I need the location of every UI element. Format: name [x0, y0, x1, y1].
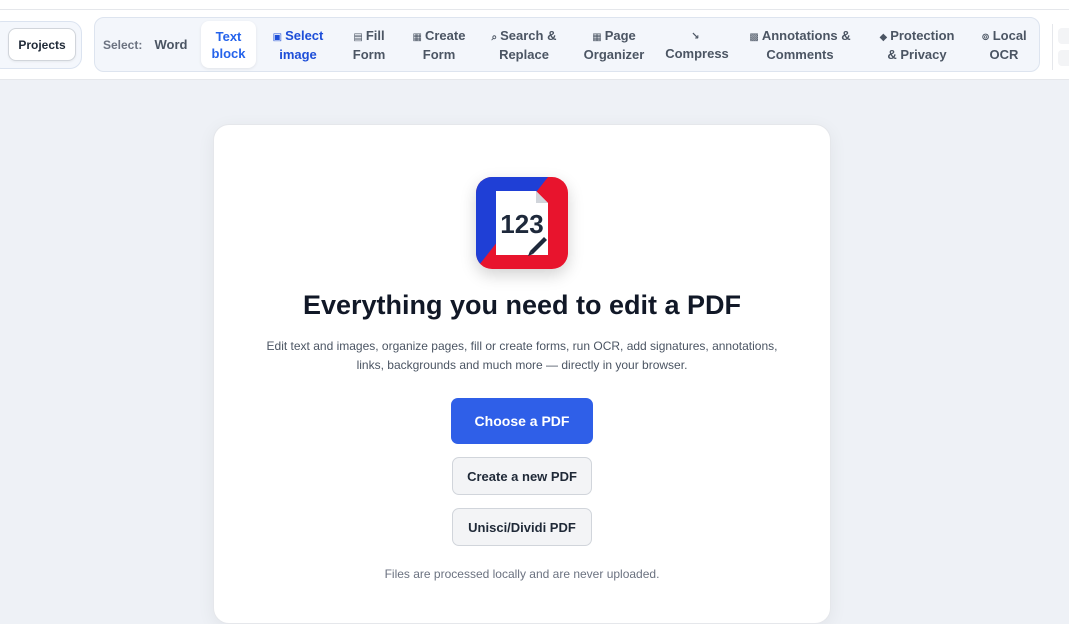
- toolbar-divider: [1052, 24, 1053, 70]
- pages-icon: ▦: [592, 31, 602, 43]
- tool-compress[interactable]: ↘ Compress: [662, 21, 732, 68]
- logo-text: 123: [500, 209, 543, 239]
- grid-icon: ▦: [412, 31, 422, 43]
- page-title: Everything you need to edit a PDF: [302, 290, 742, 320]
- create-new-pdf-button[interactable]: Create a new PDF: [452, 457, 592, 495]
- tool-protection-privacy[interactable]: ◆ Protection & Privacy: [872, 21, 962, 68]
- tool-search-replace[interactable]: ⌕ Search & Replace: [484, 21, 564, 68]
- search-icon: ⌕: [491, 31, 498, 43]
- tool-compress-label: Compress: [665, 45, 729, 61]
- tool-local-ocr-line2: OCR: [989, 46, 1019, 62]
- compress-icon: ↘: [691, 30, 700, 42]
- choose-pdf-button[interactable]: Choose a PDF: [451, 398, 593, 444]
- tool-select-image-line2: image: [279, 46, 317, 62]
- projects-button[interactable]: Projects: [8, 28, 76, 61]
- tool-fill-form-line1: Fill: [365, 27, 385, 43]
- tool-page-organizer-line1: Page: [604, 27, 636, 43]
- shield-icon: ◆: [879, 31, 888, 43]
- tool-fill-form[interactable]: ▤ Fill Form: [342, 21, 396, 68]
- tool-page-organizer-line2: Organizer: [583, 46, 645, 62]
- tool-select-image-line1: Select: [285, 27, 324, 43]
- annotation-icon: ▩: [749, 31, 759, 43]
- tool-page-organizer[interactable]: ▦ Page Organizer: [578, 21, 650, 68]
- tool-select-image[interactable]: ▣ Select image: [266, 21, 330, 68]
- tool-search-replace-line1: Search &: [500, 27, 557, 43]
- top-divider: [0, 9, 1069, 10]
- page-description: Edit text and images, organize pages, fi…: [266, 339, 778, 372]
- select-mode-label: Select:: [103, 38, 143, 52]
- tool-local-ocr-line1: Local: [992, 27, 1027, 43]
- privacy-note: Files are processed locally and are neve…: [384, 567, 660, 581]
- ocr-icon: ⊚: [981, 31, 990, 43]
- tool-search-replace-line2: Replace: [499, 46, 549, 62]
- tool-local-ocr[interactable]: ⊚ Local OCR: [976, 21, 1032, 68]
- tool-annotations-comments[interactable]: ▩ Annotations & Comments: [744, 21, 856, 68]
- merge-split-pdf-button[interactable]: Unisci/Dividi PDF: [452, 508, 592, 546]
- tool-word-label: Word: [154, 37, 188, 52]
- image-icon: ▣: [272, 31, 283, 43]
- toolbar-overflow-button[interactable]: [1058, 28, 1069, 44]
- tool-create-form-line2: Form: [422, 46, 456, 62]
- tool-annotations-line2: Comments: [766, 46, 834, 62]
- tool-create-form[interactable]: ▦ Create Form: [406, 21, 472, 68]
- app-logo: 123: [476, 177, 568, 269]
- tool-text-block-line1: Text: [215, 28, 242, 44]
- app-logo-icon: 123: [476, 177, 568, 269]
- tool-text-block-line2: block: [211, 45, 246, 61]
- tool-fill-form-line2: Form: [352, 46, 386, 62]
- tool-annotations-line1: Annotations &: [761, 27, 851, 43]
- tool-create-form-line1: Create: [424, 27, 466, 43]
- tool-protection-line1: Protection: [890, 27, 955, 43]
- toolbar-overflow-button-2[interactable]: [1058, 50, 1069, 66]
- tool-text-block[interactable]: Text block: [201, 21, 256, 68]
- form-icon: ▤: [353, 31, 363, 43]
- tool-protection-line2: & Privacy: [887, 46, 947, 62]
- tool-word[interactable]: Word: [148, 21, 194, 68]
